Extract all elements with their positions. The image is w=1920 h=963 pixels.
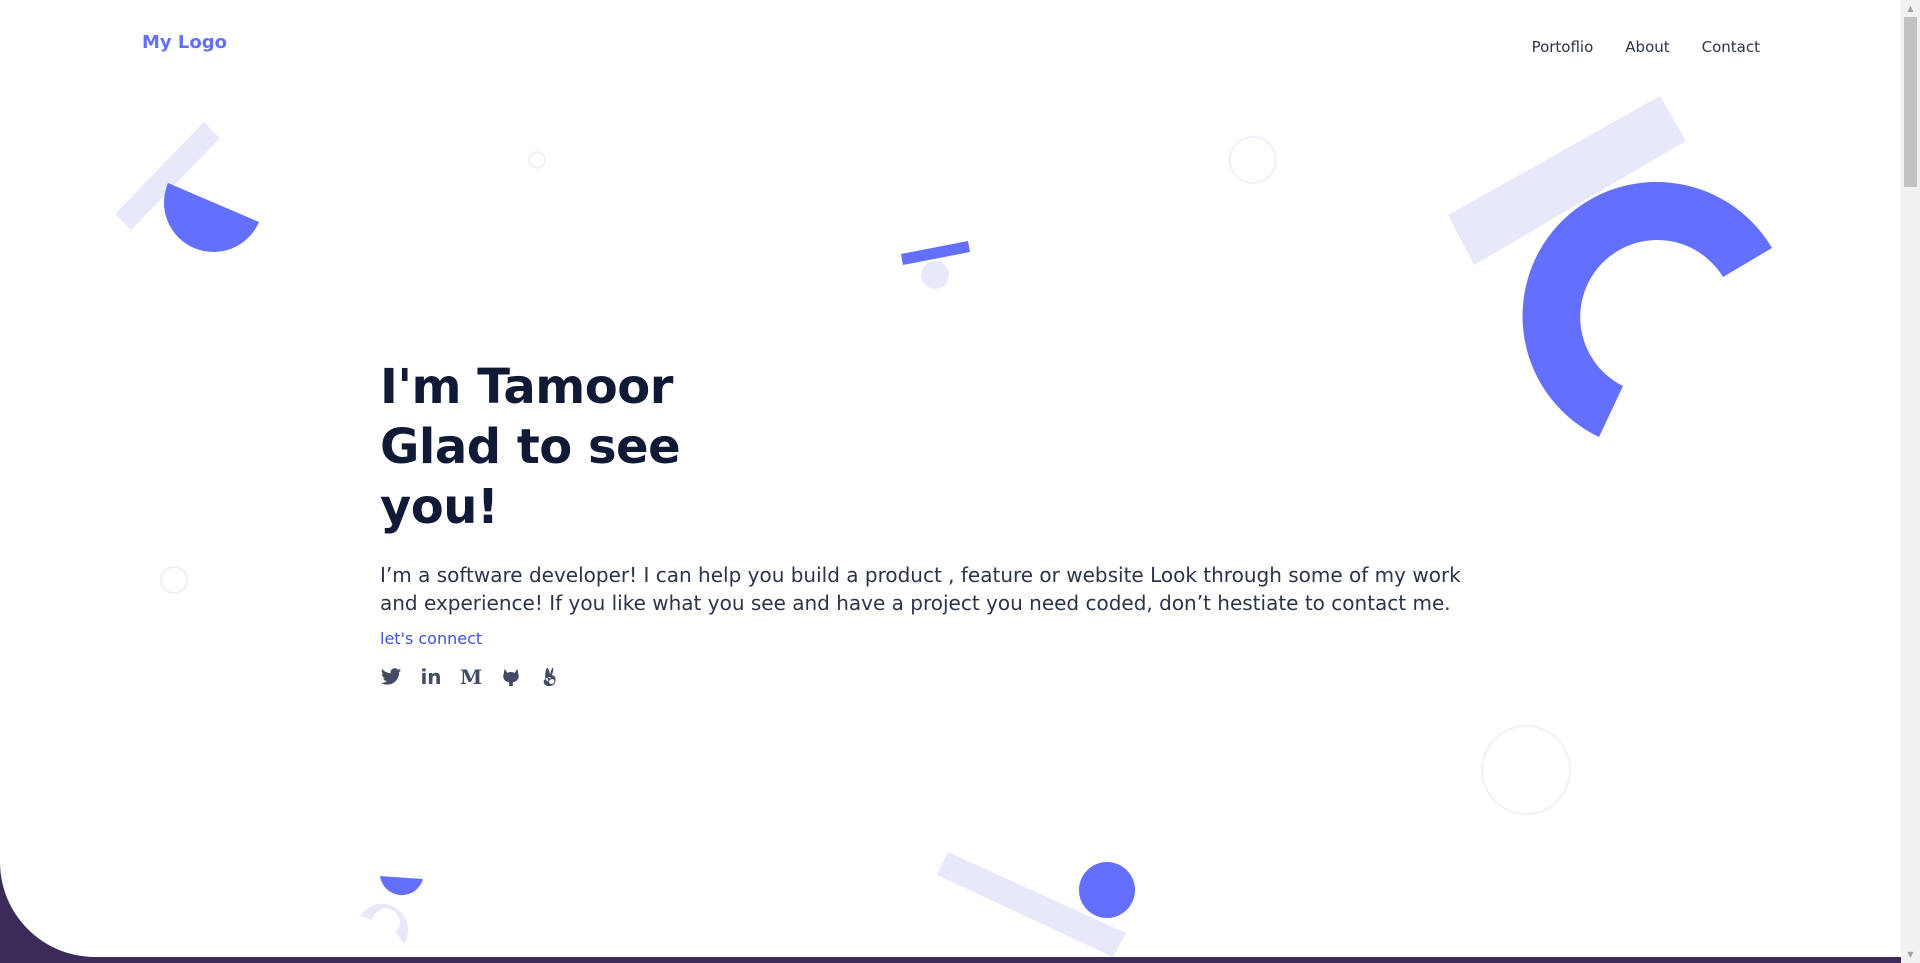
- headline-line: I'm Tamoor: [380, 359, 673, 415]
- twitter-icon[interactable]: [380, 666, 402, 688]
- decor-half-disc: [163, 183, 259, 253]
- decor-dot: [921, 261, 949, 289]
- site-logo[interactable]: My Logo: [142, 32, 227, 53]
- angellist-icon[interactable]: [540, 666, 562, 688]
- nav-item-contact[interactable]: Contact: [1702, 38, 1760, 56]
- portfolio-page: My Logo Portoflio About Contact I'm Tamo…: [0, 0, 1901, 957]
- decor-dot: [1079, 862, 1135, 918]
- medium-glyph: M: [459, 665, 483, 689]
- nav-item-portfolio[interactable]: Portoflio: [1532, 38, 1594, 56]
- social-links: in M: [380, 666, 1520, 688]
- connect-link[interactable]: let's connect: [380, 629, 482, 648]
- decor-ring: [1481, 725, 1571, 815]
- main-nav: Portoflio About Contact: [1532, 38, 1760, 56]
- linkedin-glyph: in: [420, 665, 442, 689]
- decor-ring: [1229, 136, 1277, 184]
- scroll-down-arrow-icon[interactable]: ▼: [1901, 946, 1920, 963]
- github-icon[interactable]: [500, 666, 522, 688]
- decor-ring: [528, 151, 546, 169]
- decor-half-disc: [380, 876, 423, 896]
- hero-headline: I'm Tamoor Glad to see you!: [380, 357, 1520, 537]
- medium-icon[interactable]: M: [460, 666, 482, 688]
- decor-arc: [360, 903, 409, 944]
- page-scrollbar[interactable]: ▲ ▼: [1901, 0, 1920, 963]
- decor-arc: [1522, 181, 1772, 437]
- hero-bio: I’m a software developer! I can help you…: [380, 563, 1461, 615]
- nav-item-about[interactable]: About: [1625, 38, 1669, 56]
- scroll-thumb[interactable]: [1904, 17, 1917, 187]
- decor-ring: [160, 566, 188, 594]
- headline-line: Glad to see: [380, 419, 681, 475]
- scroll-up-arrow-icon[interactable]: ▲: [1901, 0, 1920, 17]
- linkedin-icon[interactable]: in: [420, 666, 442, 688]
- hero-section: I'm Tamoor Glad to see you! I’m a softwa…: [380, 357, 1520, 688]
- headline-line: you!: [380, 479, 499, 535]
